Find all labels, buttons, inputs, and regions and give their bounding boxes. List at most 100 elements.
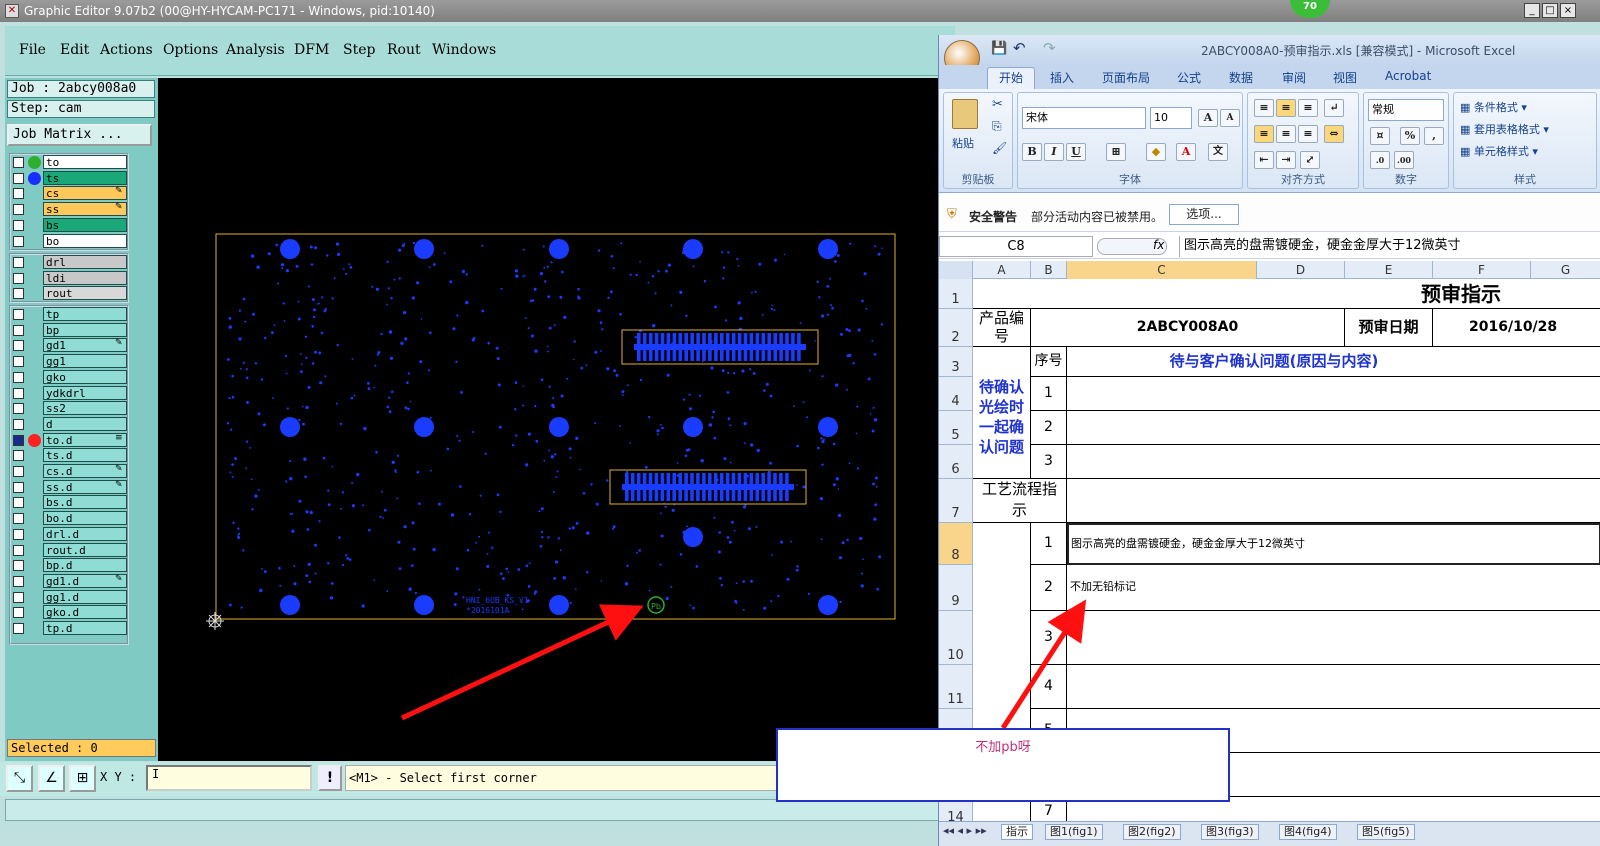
- sheet-heading[interactable]: 预审指示: [973, 279, 1600, 309]
- layer-row[interactable]: cs.d ✎: [11, 464, 129, 479]
- layer-row[interactable]: ss.d ✎: [11, 479, 129, 495]
- layer-checkbox[interactable]: [13, 371, 24, 383]
- layer-checkbox[interactable]: [13, 340, 24, 352]
- item-cell[interactable]: 不加无铅标记: [1067, 565, 1600, 611]
- layer-row[interactable]: bo: [11, 233, 129, 249]
- layer-name[interactable]: drl.d: [43, 526, 127, 541]
- col-header-g[interactable]: G: [1531, 261, 1600, 279]
- menu-options[interactable]: Options: [163, 42, 218, 58]
- confirm-label-cell[interactable]: 待确认光绘时一起确认问题: [973, 377, 1031, 479]
- layer-row[interactable]: gg1: [11, 354, 129, 369]
- layer-name[interactable]: ldi: [43, 270, 127, 285]
- col-header-f[interactable]: F: [1433, 261, 1531, 279]
- layer-name[interactable]: tp: [43, 307, 127, 321]
- layer-checkbox[interactable]: [13, 513, 24, 525]
- close-button[interactable]: ×: [1560, 3, 1576, 18]
- layer-name[interactable]: bp: [43, 322, 127, 337]
- bold-button[interactable]: B: [1022, 143, 1042, 161]
- layer-checkbox[interactable]: [13, 324, 24, 336]
- security-options-button[interactable]: 选项...: [1169, 204, 1239, 225]
- row-header[interactable]: 11: [939, 665, 973, 709]
- layer-row[interactable]: bo.d: [11, 511, 129, 526]
- layer-row[interactable]: rout: [11, 286, 129, 301]
- row-header[interactable]: 7: [939, 479, 973, 523]
- layer-checkbox[interactable]: [13, 403, 24, 415]
- tab-data[interactable]: 数据: [1229, 69, 1253, 86]
- empty-cell[interactable]: [973, 347, 1031, 377]
- increase-indent-icon[interactable]: ⇥: [1276, 151, 1296, 169]
- layer-checkbox[interactable]: [13, 235, 24, 247]
- align-bottom-icon[interactable]: ≡: [1298, 99, 1318, 117]
- tab-home[interactable]: 开始: [999, 69, 1023, 86]
- tab-review[interactable]: 审阅: [1282, 69, 1306, 86]
- cell-style-button[interactable]: ▦ 单元格样式 ▾: [1460, 143, 1538, 159]
- sheet-tab[interactable]: 图3(fig3): [1201, 824, 1259, 840]
- layer-name[interactable]: bo.d: [43, 511, 127, 526]
- sheet-tab[interactable]: 图4(fig4): [1279, 824, 1337, 840]
- align-top-icon[interactable]: ≡: [1254, 99, 1274, 117]
- row-header[interactable]: 2: [939, 309, 973, 347]
- align-center-icon[interactable]: ≡: [1276, 125, 1296, 143]
- orientation-icon[interactable]: ⤢: [1300, 151, 1320, 169]
- layer-name[interactable]: ydkdrl: [43, 385, 127, 400]
- seq-cell[interactable]: 1: [1031, 523, 1067, 565]
- layer-name[interactable]: d: [43, 416, 127, 431]
- layer-row[interactable]: ts.d: [11, 448, 129, 463]
- layer-checkbox[interactable]: [13, 497, 24, 509]
- date-value-cell[interactable]: 2016/10/28: [1433, 309, 1600, 347]
- item-cell-selected[interactable]: 图示高亮的盘需镀硬金，硬金金厚大于12微英寸: [1067, 523, 1600, 565]
- seq-cell[interactable]: 4: [1031, 665, 1067, 709]
- menu-rout[interactable]: Rout: [387, 42, 421, 58]
- layer-checkbox[interactable]: [13, 481, 24, 493]
- underline-button[interactable]: U: [1066, 143, 1086, 161]
- col-header-a[interactable]: A: [973, 261, 1031, 279]
- product-label-cell[interactable]: 产品编号: [973, 309, 1031, 347]
- layer-checkbox[interactable]: [13, 544, 24, 556]
- format-painter-icon[interactable]: 🖌: [992, 141, 1007, 155]
- layer-checkbox[interactable]: [13, 309, 24, 320]
- seq-cell[interactable]: 2: [1031, 565, 1067, 611]
- align-right-icon[interactable]: ≡: [1298, 125, 1318, 143]
- layer-row[interactable]: ydkdrl: [11, 385, 129, 401]
- grow-font-icon[interactable]: A: [1198, 109, 1218, 127]
- seq-cell[interactable]: 3: [1031, 611, 1067, 665]
- percent-button[interactable]: %: [1400, 127, 1420, 145]
- fill-color-icon[interactable]: ◆: [1146, 143, 1166, 161]
- menu-file[interactable]: File: [19, 42, 46, 58]
- layer-row[interactable]: bs: [11, 217, 129, 233]
- layer-checkbox[interactable]: [13, 591, 24, 603]
- layer-checkbox[interactable]: [13, 188, 24, 200]
- menu-edit[interactable]: Edit: [60, 42, 89, 58]
- italic-button[interactable]: I: [1044, 143, 1064, 161]
- menu-analysis[interactable]: Analysis: [226, 42, 285, 58]
- layer-row[interactable]: gd1.d ✎: [11, 573, 129, 589]
- redo-icon[interactable]: ↷: [1043, 39, 1056, 57]
- formula-input[interactable]: 图示高亮的盘需镀硬金，硬金金厚大于12微英寸: [1179, 236, 1599, 257]
- row-header[interactable]: 1: [939, 279, 973, 309]
- layer-checkbox[interactable]: [13, 387, 24, 399]
- zoom-window-icon[interactable]: ⤡: [6, 765, 33, 792]
- merge-cells-icon[interactable]: ⇔: [1324, 125, 1344, 143]
- measure-icon[interactable]: ∠: [38, 765, 65, 792]
- layer-checkbox[interactable]: [13, 418, 24, 430]
- layer-row[interactable]: drl: [11, 255, 129, 270]
- layer-row[interactable]: ss2: [11, 401, 129, 416]
- currency-icon[interactable]: ¤: [1370, 127, 1390, 145]
- font-color-icon[interactable]: A: [1176, 143, 1196, 161]
- sheet-tab[interactable]: 图5(fig5): [1357, 824, 1415, 840]
- border-icon[interactable]: ⊞: [1106, 143, 1126, 161]
- layer-checkbox[interactable]: [13, 607, 24, 619]
- number-format-select[interactable]: 常规: [1368, 99, 1444, 121]
- layer-checkbox[interactable]: [13, 434, 24, 446]
- layer-row[interactable]: gko: [11, 369, 129, 385]
- row-header[interactable]: 6: [939, 445, 973, 479]
- font-size-select[interactable]: 10: [1150, 107, 1192, 129]
- layer-checkbox[interactable]: [13, 528, 24, 540]
- menu-step[interactable]: Step: [343, 42, 375, 58]
- tab-insert[interactable]: 插入: [1050, 69, 1074, 86]
- snap-grid-icon[interactable]: ⊞: [69, 765, 96, 792]
- pcb-view[interactable]: HNI_6UB_KS_V1 *2016101A Pb: [158, 78, 940, 761]
- layer-row[interactable]: tp: [11, 307, 129, 322]
- layer-name[interactable]: bo: [43, 233, 127, 248]
- layer-name[interactable]: rout: [43, 286, 127, 301]
